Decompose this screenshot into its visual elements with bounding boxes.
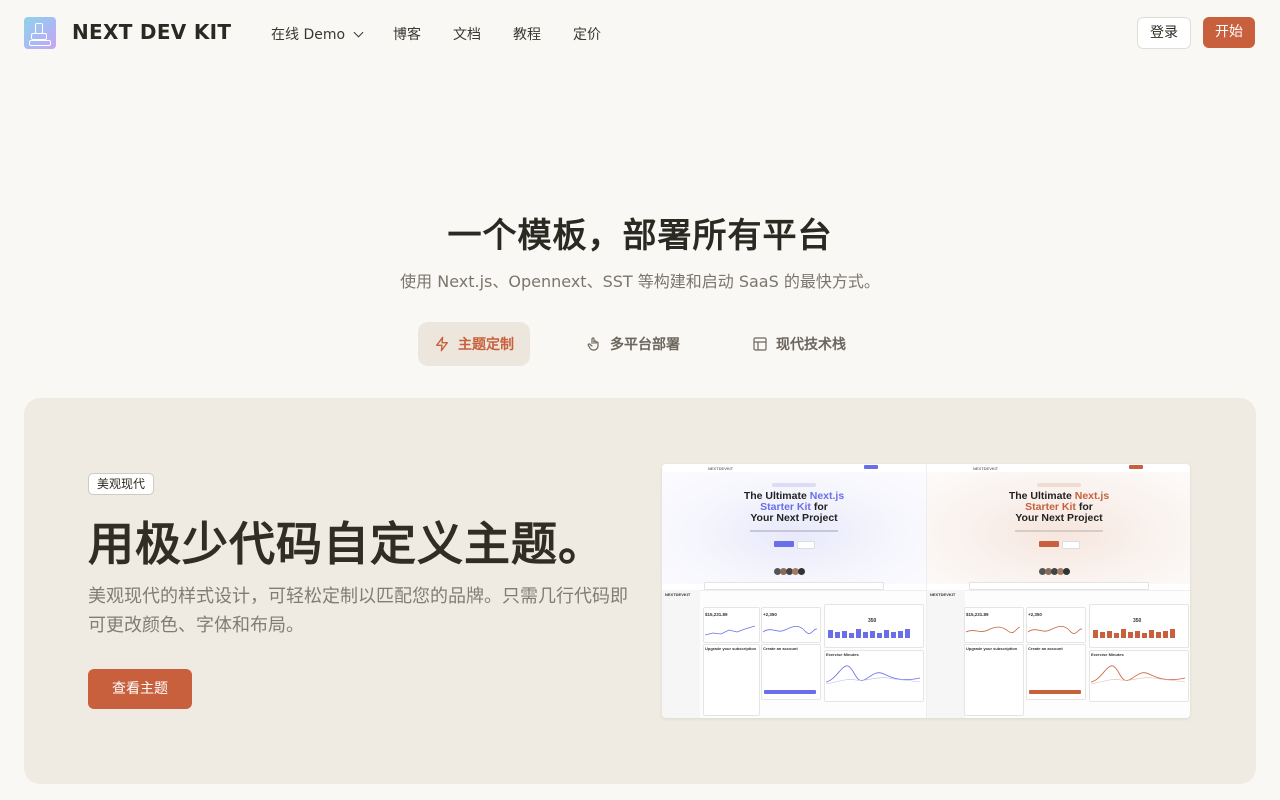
theme-preview-image: NEXTDEVKIT The Ultimate Next.js Starter … bbox=[662, 464, 1190, 718]
logo-icon[interactable] bbox=[24, 17, 56, 49]
view-themes-button[interactable]: 查看主题 bbox=[88, 669, 192, 709]
lightning-icon bbox=[436, 336, 448, 352]
preview-orange-theme: NEXTDEVKIT The Ultimate Next.js Starter … bbox=[926, 464, 1190, 718]
tab-label: 多平台部署 bbox=[610, 337, 680, 353]
layout-icon bbox=[753, 337, 767, 351]
preview-hero-title: The Ultimate Next.js Starter Kit for You… bbox=[743, 490, 845, 524]
nav-tutorials[interactable]: 教程 bbox=[513, 24, 541, 44]
pointer-hand-icon bbox=[587, 337, 599, 351]
feature-badge: 美观现代 bbox=[88, 473, 155, 495]
tab-theme-customization[interactable]: 主题定制 bbox=[418, 322, 530, 366]
nav-online-demo-label: 在线 Demo bbox=[271, 27, 346, 43]
tab-label: 现代技术栈 bbox=[776, 337, 846, 353]
brand-name[interactable]: NEXT DEV KIT bbox=[72, 20, 231, 44]
start-button[interactable]: 开始 bbox=[1203, 17, 1255, 48]
nav-blog[interactable]: 博客 bbox=[393, 24, 421, 44]
nav-pricing[interactable]: 定价 bbox=[573, 24, 601, 44]
hero-subtitle: 使用 Next.js、Opennext、SST 等构建和启动 SaaS 的最快方… bbox=[400, 272, 880, 291]
feature-title: 用极少代码自定义主题。 bbox=[88, 517, 605, 571]
hero-title: 一个模板，部署所有平台 bbox=[447, 216, 833, 256]
nav-online-demo[interactable]: 在线 Demo bbox=[271, 24, 364, 44]
chevron-down-icon bbox=[353, 27, 364, 38]
feature-description: 美观现代的样式设计，可轻松定制以匹配您的品牌。只需几行代码即可更改颜色、字体和布… bbox=[88, 586, 628, 636]
login-button[interactable]: 登录 bbox=[1137, 17, 1191, 49]
tab-multi-platform[interactable]: 多平台部署 bbox=[574, 322, 692, 366]
site-header: NEXT DEV KIT 在线 Demo 博客 文档 教程 定价 登录 开始 bbox=[0, 0, 1280, 66]
preview-brand: NEXTDEVKIT bbox=[708, 466, 734, 471]
nav-docs[interactable]: 文档 bbox=[453, 24, 481, 44]
tab-modern-stack[interactable]: 现代技术栈 bbox=[740, 322, 858, 366]
preview-purple-theme: NEXTDEVKIT The Ultimate Next.js Starter … bbox=[662, 464, 926, 718]
tab-label: 主题定制 bbox=[458, 337, 514, 353]
